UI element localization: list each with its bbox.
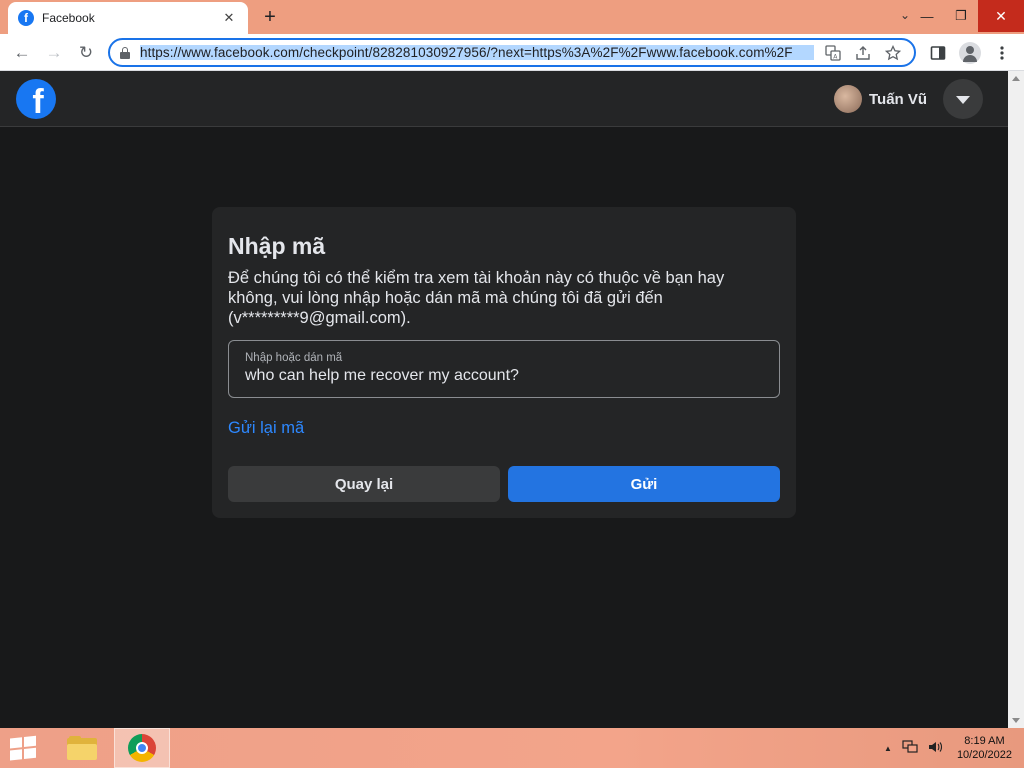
tab-close-icon[interactable]: ✕	[220, 10, 238, 26]
system-tray: ▲ 8:19 AM 10/20/2022	[879, 728, 1024, 768]
network-icon[interactable]	[902, 739, 918, 757]
translate-icon[interactable]: A	[822, 42, 844, 64]
send-button[interactable]: Gửi	[508, 466, 780, 502]
facebook-logo[interactable]: f	[16, 79, 56, 119]
window-controls: — ❐ ✕	[910, 0, 1024, 32]
chrome-icon	[128, 734, 156, 762]
windows-taskbar: ▲ 8:19 AM 10/20/2022	[0, 728, 1024, 768]
tab-search-icon[interactable]: ⌄	[900, 8, 910, 22]
page-scrollbar[interactable]	[1008, 71, 1024, 728]
folder-icon	[67, 736, 97, 760]
clock-time: 8:19 AM	[964, 735, 1005, 747]
address-bar[interactable]: https://www.facebook.com/checkpoint/8282…	[108, 38, 916, 67]
more-menu-icon[interactable]	[990, 41, 1014, 65]
forward-button[interactable]: →	[42, 41, 66, 65]
facebook-favicon-icon: f	[18, 10, 34, 26]
star-icon[interactable]	[882, 42, 904, 64]
browser-toolbar: ← → ↻ https://www.facebook.com/checkpoin…	[0, 34, 1024, 71]
tab-title: Facebook	[42, 11, 95, 25]
scroll-down-arrow-icon[interactable]	[1012, 718, 1020, 723]
minimize-button[interactable]: —	[910, 0, 944, 32]
user-name[interactable]: Tuấn Vũ	[869, 91, 927, 108]
account-menu-button[interactable]	[943, 79, 983, 119]
url-text[interactable]: https://www.facebook.com/checkpoint/8282…	[140, 45, 814, 60]
windows-start-icon[interactable]	[10, 735, 38, 761]
close-window-button[interactable]: ✕	[978, 0, 1024, 32]
facebook-header: f Tuấn Vũ	[0, 71, 1008, 127]
chrome-taskbar-button[interactable]	[114, 728, 170, 768]
file-explorer-taskbar-button[interactable]	[54, 728, 110, 768]
caret-down-icon	[956, 96, 970, 104]
side-panel-icon[interactable]	[926, 41, 950, 65]
back-button[interactable]: ←	[10, 41, 34, 65]
code-input-label: Nhập hoặc dán mã	[245, 352, 343, 364]
browser-tab-strip: f Facebook ✕ + ⌄ — ❐ ✕	[0, 0, 1024, 34]
profile-icon[interactable]	[958, 41, 982, 65]
user-profile-link[interactable]: Tuấn Vũ	[834, 85, 927, 113]
card-description: Để chúng tôi có thể kiểm tra xem tài kho…	[228, 269, 725, 327]
restore-button[interactable]: ❐	[944, 0, 978, 32]
share-icon[interactable]	[852, 42, 874, 64]
code-input[interactable]: Nhập hoặc dán mã who can help me recover…	[228, 340, 780, 398]
card-actions: Quay lại Gửi	[228, 466, 780, 502]
card-title: Nhập mã	[228, 233, 326, 259]
volume-icon[interactable]	[928, 740, 944, 757]
avatar[interactable]	[834, 85, 862, 113]
new-tab-button[interactable]: +	[258, 5, 282, 29]
clock-date: 10/20/2022	[956, 749, 1012, 761]
enter-code-card: Nhập mã Để chúng tôi có thể kiểm tra xem…	[212, 207, 796, 518]
lock-icon[interactable]	[120, 46, 130, 59]
back-button-fb[interactable]: Quay lại	[228, 466, 500, 502]
browser-tab[interactable]: f Facebook ✕	[8, 2, 248, 34]
taskbar-clock[interactable]: 8:19 AM 10/20/2022	[957, 734, 1012, 762]
show-hidden-icons-icon[interactable]: ▲	[884, 744, 892, 753]
code-input-value[interactable]: who can help me recover my account?	[245, 367, 763, 385]
resend-code-link[interactable]: Gửi lại mã	[228, 419, 304, 438]
scroll-up-arrow-icon[interactable]	[1012, 76, 1020, 81]
reload-button[interactable]: ↻	[74, 41, 98, 65]
